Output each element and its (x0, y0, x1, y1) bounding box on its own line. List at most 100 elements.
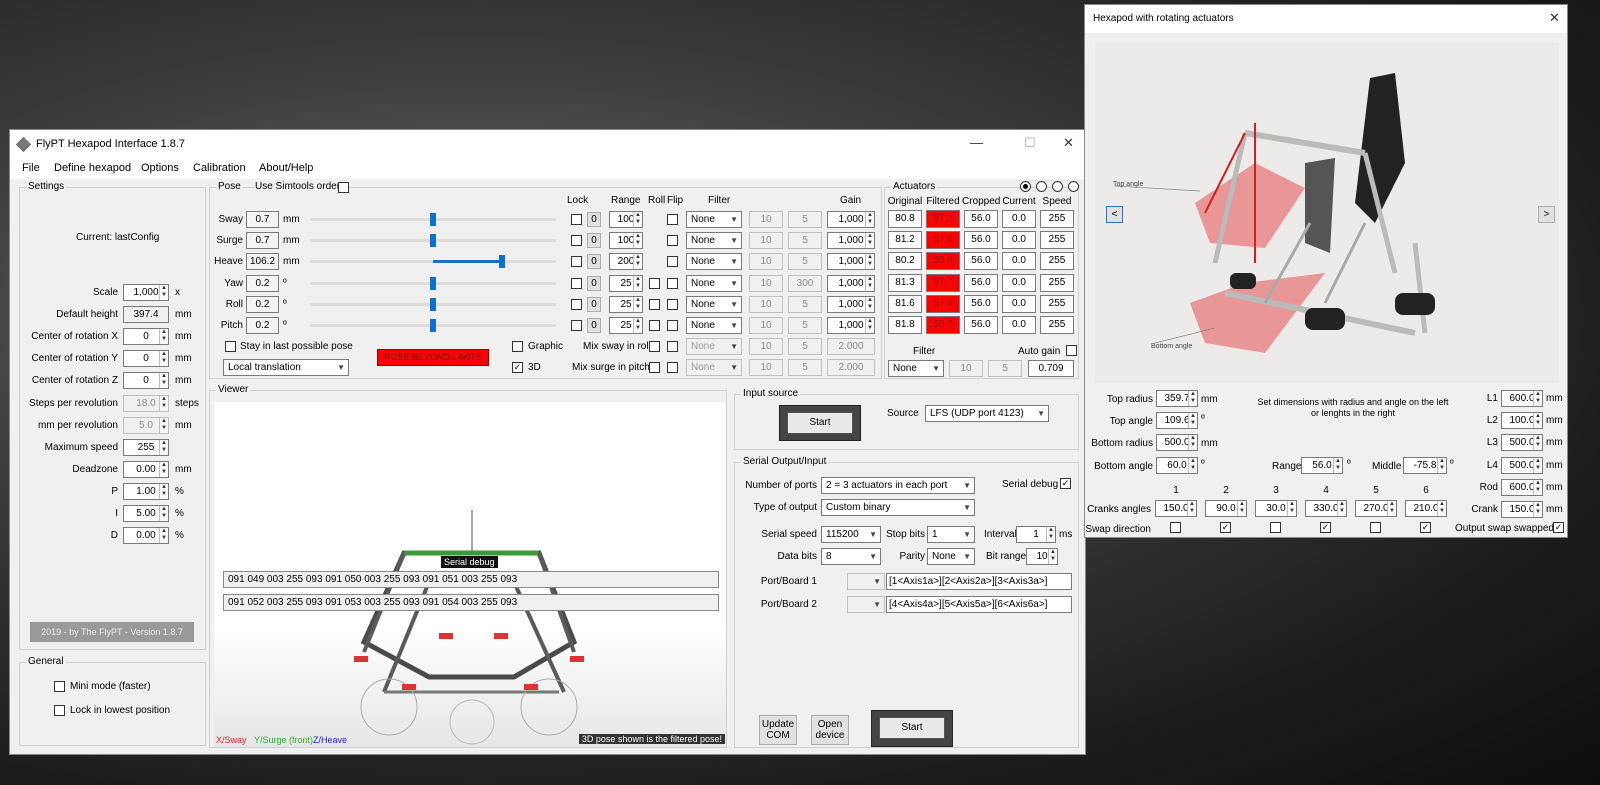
interval-input[interactable]: 1 ▲ ▼ (1016, 526, 1056, 543)
setting-input[interactable]: 1,000 ▲ ▼ (123, 284, 169, 301)
dimension-input[interactable]: 100.0 ▲ ▼ (1501, 412, 1543, 429)
setting-input[interactable]: 0.00 ▲ ▼ (123, 527, 169, 545)
filter-param-b[interactable]: 5 (788, 211, 822, 228)
filter-select[interactable]: None ▼ (686, 295, 742, 313)
mix-surge-gain[interactable]: 2.000 (827, 359, 875, 376)
filter-param-a[interactable]: 10 (749, 274, 783, 292)
setting-input[interactable]: 397.4 (123, 306, 169, 324)
graphic-checkbox[interactable] (512, 341, 523, 352)
roll-checkbox[interactable] (649, 298, 660, 310)
filter-select[interactable]: None ▼ (686, 211, 742, 228)
swap-checkbox[interactable]: ✓ (1320, 522, 1331, 533)
bit-range-input[interactable]: 10 ▲ ▼ (1026, 548, 1058, 565)
radio-2[interactable] (1036, 181, 1047, 192)
setting-input[interactable]: 1.00 ▲ ▼ (123, 482, 169, 500)
gain-input[interactable]: 1,000 ▲ ▼ (827, 274, 875, 292)
range-input[interactable]: 25 ▲ ▼ (609, 317, 643, 334)
dimension-input[interactable]: 500.0 ▲ ▼ (1501, 457, 1543, 474)
swap-checkbox[interactable] (1170, 522, 1181, 533)
top-radius-input[interactable]: 359.7 ▲ ▼ (1156, 390, 1198, 407)
lock-checkbox[interactable] (571, 298, 582, 310)
swap-checkbox[interactable] (1370, 522, 1381, 533)
mix-sway-b[interactable]: 5 (788, 338, 822, 355)
actuator-filter-a[interactable]: 10 (949, 360, 983, 377)
mix-surge-filter[interactable]: None ▼ (686, 359, 742, 376)
actuator-filter-b[interactable]: 5 (988, 360, 1022, 377)
update-com-button[interactable]: Update COM (759, 715, 797, 745)
flip-checkbox[interactable] (667, 256, 678, 268)
range-input[interactable]: 200 ▲ ▼ (609, 253, 643, 271)
gain-input[interactable]: 1,000 ▲ ▼ (827, 232, 875, 250)
crank-angle-input[interactable]: 330.0 ▲ ▼ (1305, 500, 1347, 517)
setting-input[interactable]: 5.00 ▲ ▼ (123, 505, 169, 522)
stop-bits-select[interactable]: 1 ▼ (927, 526, 975, 543)
radio-3[interactable] (1052, 181, 1063, 192)
filter-param-b[interactable]: 5 (788, 295, 822, 313)
filter-param-a[interactable]: 10 (749, 232, 783, 250)
lock-checkbox[interactable] (571, 235, 582, 247)
minimize-icon[interactable]: — (970, 135, 983, 150)
menu-define-hexapod[interactable]: Define hexapod (54, 162, 131, 174)
menu-about-help[interactable]: About/Help (259, 162, 313, 174)
roll-checkbox[interactable] (649, 277, 660, 289)
pose-slider-thumb[interactable] (430, 319, 436, 332)
filter-param-a[interactable]: 10 (749, 295, 783, 313)
range-input[interactable]: 56.0 ▲ ▼ (1301, 457, 1343, 474)
data-bits-select[interactable]: 8 ▼ (821, 548, 881, 565)
lock-checkbox[interactable] (571, 256, 582, 268)
pose-slider-thumb[interactable] (430, 234, 436, 248)
top-angle-input[interactable]: 109.6 ▲ ▼ (1156, 412, 1198, 429)
menu-options[interactable]: Options (141, 162, 179, 174)
3d-checkbox[interactable]: ✓ (512, 362, 523, 373)
type-select[interactable]: Custom binary ▼ (821, 499, 975, 516)
radio-1[interactable] (1020, 181, 1031, 192)
flip-checkbox[interactable] (667, 320, 678, 331)
viewer-canvas[interactable]: Serial debug 091 049 003 255 093 091 050… (214, 402, 726, 747)
filter-select[interactable]: None ▼ (686, 232, 742, 250)
pose-slider-thumb[interactable] (430, 213, 436, 226)
crank-angle-input[interactable]: 210.0 ▲ ▼ (1405, 500, 1447, 517)
range-input[interactable]: 25 ▲ ▼ (609, 274, 643, 292)
maximize-icon[interactable]: ☐ (1024, 135, 1036, 151)
bottom-angle-input[interactable]: 60.0 ▲ ▼ (1156, 457, 1198, 474)
actuator-filter-select[interactable]: None ▼ (888, 360, 944, 377)
menu-file[interactable]: File (22, 162, 40, 174)
setting-input[interactable]: 0 ▲ ▼ (123, 372, 169, 390)
port1-select[interactable]: ▼ (847, 573, 885, 590)
mix-sway-filter[interactable]: None ▼ (686, 338, 742, 355)
lock-checkbox[interactable] (571, 320, 582, 331)
setting-input[interactable]: 255 ▲ ▼ (123, 438, 169, 456)
roll-checkbox[interactable] (649, 320, 660, 331)
setting-input[interactable]: 0 ▲ ▼ (123, 328, 169, 346)
dimension-input[interactable]: 500.0 ▲ ▼ (1501, 434, 1543, 451)
next-arrow-button[interactable]: > (1538, 206, 1555, 223)
pose-slider-thumb[interactable] (430, 297, 436, 311)
serial-start-button[interactable]: Start (879, 717, 945, 739)
simtools-checkbox[interactable] (338, 182, 349, 193)
gain-input[interactable]: 1,000 ▲ ▼ (827, 295, 875, 313)
range-input[interactable]: 100 ▲ ▼ (609, 211, 643, 228)
dimension-input[interactable]: 600.0 ▲ ▼ (1501, 390, 1543, 407)
hexapod-close-icon[interactable]: ✕ (1549, 10, 1560, 26)
mix-sway-checkbox-b[interactable] (667, 341, 678, 352)
port2-mapping[interactable]: [4<Axis4a>][5<Axis5a>][6<Axis6a>] (886, 596, 1072, 613)
pose-slider-thumb[interactable] (430, 276, 436, 290)
parity-select[interactable]: None ▼ (927, 548, 975, 565)
input-start-button[interactable]: Start (787, 412, 853, 434)
radio-4[interactable] (1068, 181, 1079, 192)
setting-input[interactable]: 0.00 ▲ ▼ (123, 460, 169, 478)
crank-angle-input[interactable]: 270.0 ▲ ▼ (1355, 500, 1397, 517)
dimension-input[interactable]: 150.0 ▲ ▼ (1501, 501, 1543, 518)
filter-param-b[interactable]: 5 (788, 253, 822, 271)
swap-checkbox[interactable] (1270, 522, 1281, 533)
autogain-checkbox[interactable] (1066, 345, 1077, 356)
output-swap-checkbox[interactable]: ✓ (1553, 522, 1564, 533)
flip-checkbox[interactable] (667, 298, 678, 310)
mini-mode-checkbox[interactable] (54, 681, 65, 692)
filter-select[interactable]: None ▼ (686, 317, 742, 334)
swap-checkbox[interactable]: ✓ (1420, 522, 1431, 533)
bottom-radius-input[interactable]: 500.0 ▲ ▼ (1156, 434, 1198, 451)
filter-param-b[interactable]: 300 (788, 274, 822, 292)
lock-checkbox[interactable] (571, 277, 582, 289)
swap-checkbox[interactable]: ✓ (1220, 522, 1231, 533)
